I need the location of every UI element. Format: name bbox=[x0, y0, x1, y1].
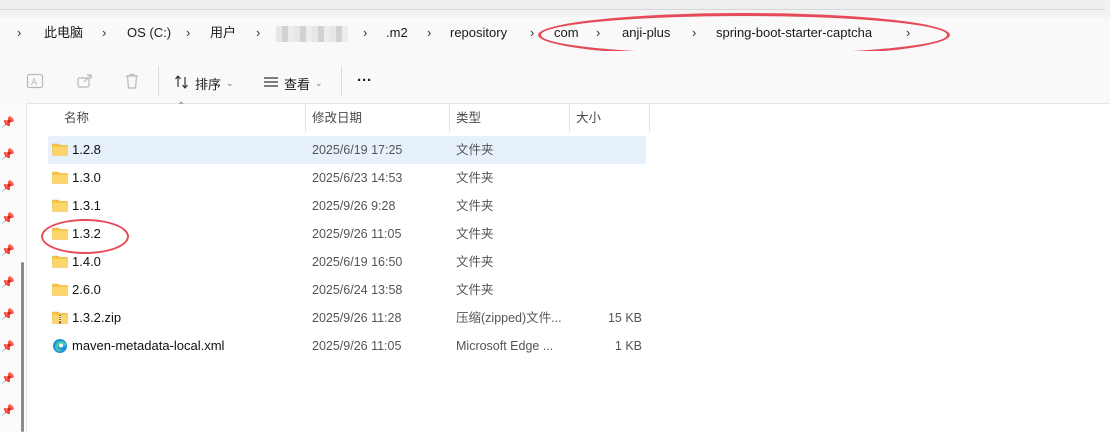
chevron-right-icon[interactable]: › bbox=[427, 17, 431, 49]
folder-icon bbox=[52, 143, 68, 156]
pin-icon[interactable]: 📌 bbox=[1, 276, 15, 289]
file-row[interactable]: 1.3.0 2025/6/23 14:53 文件夹 bbox=[48, 164, 646, 192]
chevron-down-icon: ⌄ bbox=[315, 78, 323, 88]
chevron-right-icon[interactable]: › bbox=[530, 17, 534, 49]
column-header-name[interactable]: 名称 bbox=[64, 104, 89, 132]
column-divider[interactable] bbox=[305, 104, 306, 132]
file-name: maven-metadata-local.xml bbox=[72, 338, 225, 353]
chevron-right-icon[interactable]: › bbox=[256, 17, 260, 49]
breadcrumb-username-redacted[interactable] bbox=[276, 26, 348, 42]
rename-icon[interactable]: A bbox=[26, 72, 44, 90]
file-type: 文件夹 bbox=[456, 143, 494, 157]
delete-icon[interactable] bbox=[123, 72, 141, 90]
toolbar-divider bbox=[341, 66, 342, 96]
file-type: 文件夹 bbox=[456, 255, 494, 269]
zip-folder-icon bbox=[52, 311, 68, 324]
edge-icon bbox=[52, 338, 68, 354]
view-list-icon bbox=[263, 74, 279, 93]
pin-icon[interactable]: 📌 bbox=[1, 212, 15, 225]
toolbar-divider bbox=[158, 66, 159, 96]
more-options-button[interactable]: ··· bbox=[357, 72, 372, 89]
pin-icon[interactable]: 📌 bbox=[1, 308, 15, 321]
pin-icon[interactable]: 📌 bbox=[1, 244, 15, 257]
nav-scrollbar[interactable] bbox=[21, 262, 24, 432]
chevron-right-icon[interactable]: › bbox=[102, 17, 106, 49]
file-date: 2025/6/19 17:25 bbox=[312, 143, 403, 157]
window-top-strip bbox=[0, 0, 1110, 17]
folder-icon bbox=[52, 255, 68, 268]
share-icon[interactable] bbox=[76, 72, 94, 90]
chevron-down-icon: ⌄ bbox=[226, 78, 234, 88]
breadcrumb-repository[interactable]: repository bbox=[450, 17, 507, 49]
file-type: 文件夹 bbox=[456, 199, 494, 213]
column-divider[interactable] bbox=[569, 104, 570, 132]
file-type: 文件夹 bbox=[456, 227, 494, 241]
column-header-size[interactable]: 大小 bbox=[576, 104, 601, 132]
svg-text:A: A bbox=[31, 78, 38, 88]
file-date: 2025/6/24 13:58 bbox=[312, 283, 403, 297]
breadcrumb-m2[interactable]: .m2 bbox=[386, 17, 408, 49]
file-date: 2025/6/23 14:53 bbox=[312, 171, 403, 185]
folder-icon bbox=[52, 199, 68, 212]
command-toolbar bbox=[0, 51, 1110, 104]
sort-icon bbox=[174, 74, 190, 93]
file-row[interactable]: 1.3.1 2025/9/26 9:28 文件夹 bbox=[48, 192, 646, 220]
sort-label: 排序 bbox=[195, 77, 222, 92]
file-type: 压缩(zipped)文件... bbox=[456, 311, 562, 325]
pin-icon[interactable]: 📌 bbox=[1, 372, 15, 385]
file-name: 1.3.2.zip bbox=[72, 310, 122, 325]
file-date: 2025/9/26 9:28 bbox=[312, 199, 396, 213]
file-date: 2025/9/26 11:05 bbox=[312, 339, 402, 353]
file-row[interactable]: 1.3.2 2025/9/26 11:05 文件夹 bbox=[48, 220, 646, 248]
file-row[interactable]: 1.3.2.zip 2025/9/26 11:28 压缩(zipped)文件... 1… bbox=[48, 304, 646, 332]
chevron-right-icon[interactable]: › bbox=[186, 17, 190, 49]
column-divider[interactable] bbox=[449, 104, 450, 132]
file-type: 文件夹 bbox=[456, 171, 494, 185]
file-row[interactable]: 2.6.0 2025/6/24 13:58 文件夹 bbox=[48, 276, 646, 304]
breadcrumb-os-drive[interactable]: OS (C:) bbox=[127, 17, 171, 49]
folder-icon bbox=[52, 283, 68, 296]
view-label: 查看 bbox=[284, 77, 311, 92]
file-name: 1.3.0 bbox=[72, 170, 101, 185]
file-name: 2.6.0 bbox=[72, 282, 101, 297]
pin-icon[interactable]: 📌 bbox=[1, 116, 15, 129]
file-row[interactable]: maven-metadata-local.xml 2025/9/26 11:05 M… bbox=[48, 332, 646, 360]
pin-icon[interactable]: 📌 bbox=[1, 148, 15, 161]
file-row[interactable]: 1.2.8 2025/6/19 17:25 文件夹 bbox=[48, 136, 646, 164]
file-date: 2025/9/26 11:05 bbox=[312, 227, 402, 241]
file-size: 1 KB bbox=[614, 339, 642, 353]
pin-icon[interactable]: 📌 bbox=[1, 180, 15, 193]
file-row[interactable]: 1.4.0 2025/6/19 16:50 文件夹 bbox=[48, 248, 646, 276]
file-date: 2025/6/19 16:50 bbox=[312, 255, 403, 269]
sort-button[interactable]: 排序 ⌄ bbox=[174, 74, 234, 93]
pin-icon[interactable]: 📌 bbox=[1, 404, 15, 417]
column-header-date[interactable]: 修改日期 bbox=[312, 104, 362, 132]
file-type: 文件夹 bbox=[456, 283, 494, 297]
pin-icon[interactable]: 📌 bbox=[1, 340, 15, 353]
column-header-type[interactable]: 类型 bbox=[456, 104, 481, 132]
chevron-right-icon[interactable]: › bbox=[17, 17, 21, 49]
file-name: 1.2.8 bbox=[72, 142, 101, 157]
file-size: 15 KB bbox=[607, 311, 642, 325]
chevron-right-icon[interactable]: › bbox=[363, 17, 367, 49]
breadcrumb-users[interactable]: 用户 bbox=[210, 17, 236, 49]
sort-ascending-icon: ⌃ bbox=[177, 101, 186, 112]
column-divider[interactable] bbox=[649, 104, 650, 132]
file-type: Microsoft Edge ... bbox=[456, 339, 554, 353]
file-name: 1.3.1 bbox=[72, 198, 101, 213]
folder-icon bbox=[52, 171, 68, 184]
breadcrumb-this-pc[interactable]: 此电脑 bbox=[44, 17, 83, 49]
view-button[interactable]: 查看 ⌄ bbox=[263, 74, 323, 93]
annotation-oval-version bbox=[41, 219, 129, 254]
file-date: 2025/9/26 11:28 bbox=[312, 311, 402, 325]
